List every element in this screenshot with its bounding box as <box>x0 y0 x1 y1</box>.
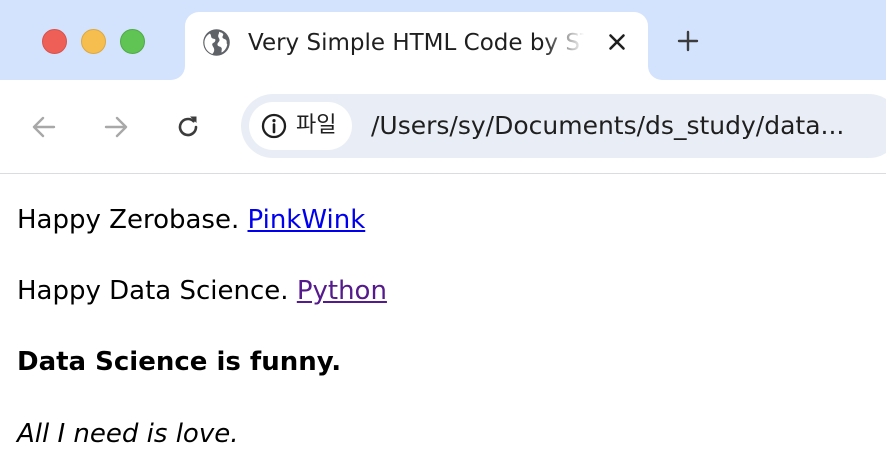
python-link[interactable]: Python <box>297 276 387 306</box>
arrow-left-icon <box>32 116 56 138</box>
maximize-window-button[interactable] <box>120 29 145 54</box>
minimize-window-button[interactable] <box>81 29 106 54</box>
tab-active[interactable]: Very Simple HTML Code by ST <box>185 12 648 80</box>
arrow-right-icon <box>104 116 128 138</box>
close-tab-icon[interactable] <box>604 29 630 55</box>
page-content: Happy Zerobase. PinkWink Happy Data Scie… <box>0 174 886 474</box>
tab-title: Very Simple HTML Code by ST <box>248 30 584 56</box>
paragraph-text: Happy Data Science. <box>17 276 297 306</box>
url-text[interactable]: /Users/sy/Documents/ds_study/data... <box>371 108 844 144</box>
plus-icon <box>677 30 699 52</box>
info-icon <box>261 113 287 139</box>
new-tab-button[interactable] <box>673 26 703 56</box>
paragraph-data-science: Happy Data Science. Python <box>17 276 387 306</box>
back-button[interactable] <box>27 110 61 144</box>
reload-button[interactable] <box>171 110 205 144</box>
tab-strip: Very Simple HTML Code by ST <box>0 0 886 80</box>
paragraph-text: Happy Zerobase. <box>17 205 248 235</box>
site-info-chip[interactable]: 파일 <box>249 102 353 150</box>
pinkwink-link[interactable]: PinkWink <box>247 205 365 235</box>
site-chip-label: 파일 <box>296 113 337 138</box>
paragraph-zerobase: Happy Zerobase. PinkWink <box>17 205 365 235</box>
globe-icon <box>202 28 231 57</box>
bold-paragraph: Data Science is funny. <box>17 347 342 377</box>
italic-paragraph: All I need is love. <box>17 419 239 449</box>
browser-toolbar: 파일 /Users/sy/Documents/ds_study/data... <box>0 80 886 174</box>
reload-icon <box>178 116 198 137</box>
address-bar[interactable]: 파일 /Users/sy/Documents/ds_study/data... <box>241 94 886 158</box>
close-window-button[interactable] <box>42 29 67 54</box>
browser-window: Very Simple HTML Code by ST 파일 /Users/sy… <box>0 0 886 474</box>
forward-button[interactable] <box>99 110 133 144</box>
